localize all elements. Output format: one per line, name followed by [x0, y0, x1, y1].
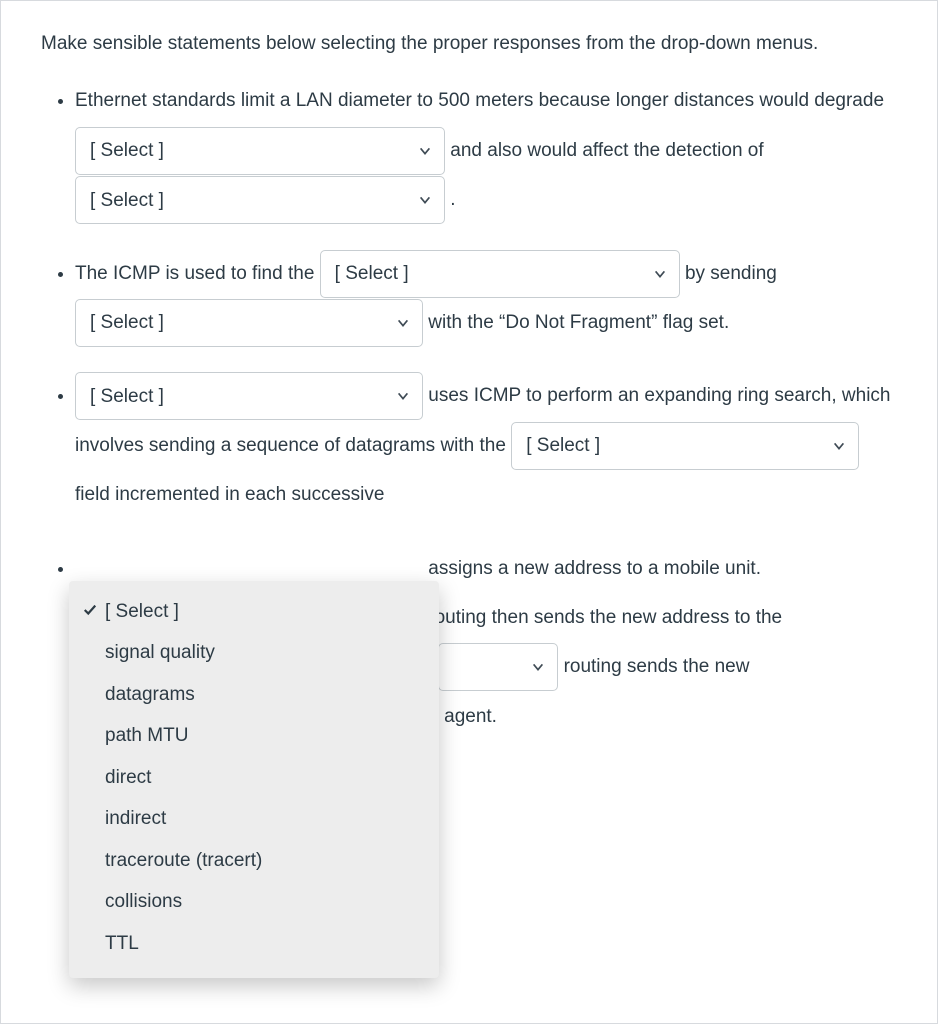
select-label [453, 643, 458, 692]
select-routing-2[interactable] [438, 643, 558, 691]
select-ring-field[interactable]: [ Select ] [511, 422, 859, 470]
text-fragment: routing then sends the new address to th… [428, 607, 782, 628]
chevron-down-icon [531, 660, 545, 674]
text-fragment: Ethernet standards limit a LAN diameter … [75, 90, 884, 111]
dropdown-option-label: collisions [105, 887, 182, 916]
select-label: [ Select ] [90, 176, 164, 225]
select-ring-tool[interactable]: [ Select ] [75, 372, 423, 420]
dropdown-option-label: TTL [105, 929, 139, 958]
select-label: [ Select ] [526, 421, 600, 470]
dropdown-option[interactable]: traceroute (tracert) [69, 840, 439, 881]
select-label: [ Select ] [90, 372, 164, 421]
dropdown-option-label: [ Select ] [105, 597, 179, 626]
text-fragment: field incremented in each successive [75, 484, 384, 505]
dropdown-option-label: datagrams [105, 680, 195, 709]
select-label: [ Select ] [90, 126, 164, 175]
dropdown-option[interactable]: [ Select ] [69, 591, 439, 632]
text-fragment: assigns a new address to a mobile unit. [428, 558, 761, 579]
text-fragment: and also would affect the detection of [450, 140, 763, 161]
dropdown-option[interactable]: path MTU [69, 715, 439, 756]
dropdown-menu[interactable]: [ Select ] signal quality datagrams path MT… [69, 581, 439, 978]
dropdown-option-label: indirect [105, 804, 166, 833]
text-fragment: . [450, 189, 455, 210]
check-icon [83, 597, 105, 626]
statement-1: Ethernet standards limit a LAN diameter … [75, 76, 897, 224]
dropdown-option-label: direct [105, 763, 151, 792]
dropdown-option[interactable]: indirect [69, 798, 439, 839]
chevron-down-icon [418, 193, 432, 207]
dropdown-option-label: traceroute (tracert) [105, 846, 262, 875]
statement-3: [ Select ] uses ICMP to perform an expan… [75, 371, 897, 519]
dropdown-option[interactable]: collisions [69, 881, 439, 922]
select-label: [ Select ] [335, 249, 409, 298]
chevron-down-icon [396, 316, 410, 330]
dropdown-option[interactable]: datagrams [69, 674, 439, 715]
select-detection[interactable]: [ Select ] [75, 176, 445, 224]
dropdown-option[interactable]: signal quality [69, 632, 439, 673]
question-card: Make sensible statements below selecting… [0, 0, 938, 1024]
text-fragment: routing sends the new [564, 656, 750, 677]
dropdown-option-label: signal quality [105, 638, 215, 667]
chevron-down-icon [832, 439, 846, 453]
select-label: [ Select ] [90, 298, 164, 347]
dropdown-option[interactable]: direct [69, 757, 439, 798]
statement-2: The ICMP is used to find the [ Select ] … [75, 249, 897, 348]
text-fragment: The ICMP is used to find the [75, 263, 320, 284]
instruction-text: Make sensible statements below selecting… [41, 29, 897, 58]
chevron-down-icon [396, 389, 410, 403]
dropdown-option[interactable]: TTL [69, 923, 439, 964]
select-icmp-send[interactable]: [ Select ] [75, 299, 423, 347]
dropdown-option-label: path MTU [105, 721, 188, 750]
select-degrade[interactable]: [ Select ] [75, 127, 445, 175]
select-icmp-find[interactable]: [ Select ] [320, 250, 680, 298]
text-fragment: with the “Do Not Fragment” flag set. [428, 312, 729, 333]
text-fragment: by sending [685, 263, 777, 284]
chevron-down-icon [653, 267, 667, 281]
chevron-down-icon [418, 144, 432, 158]
